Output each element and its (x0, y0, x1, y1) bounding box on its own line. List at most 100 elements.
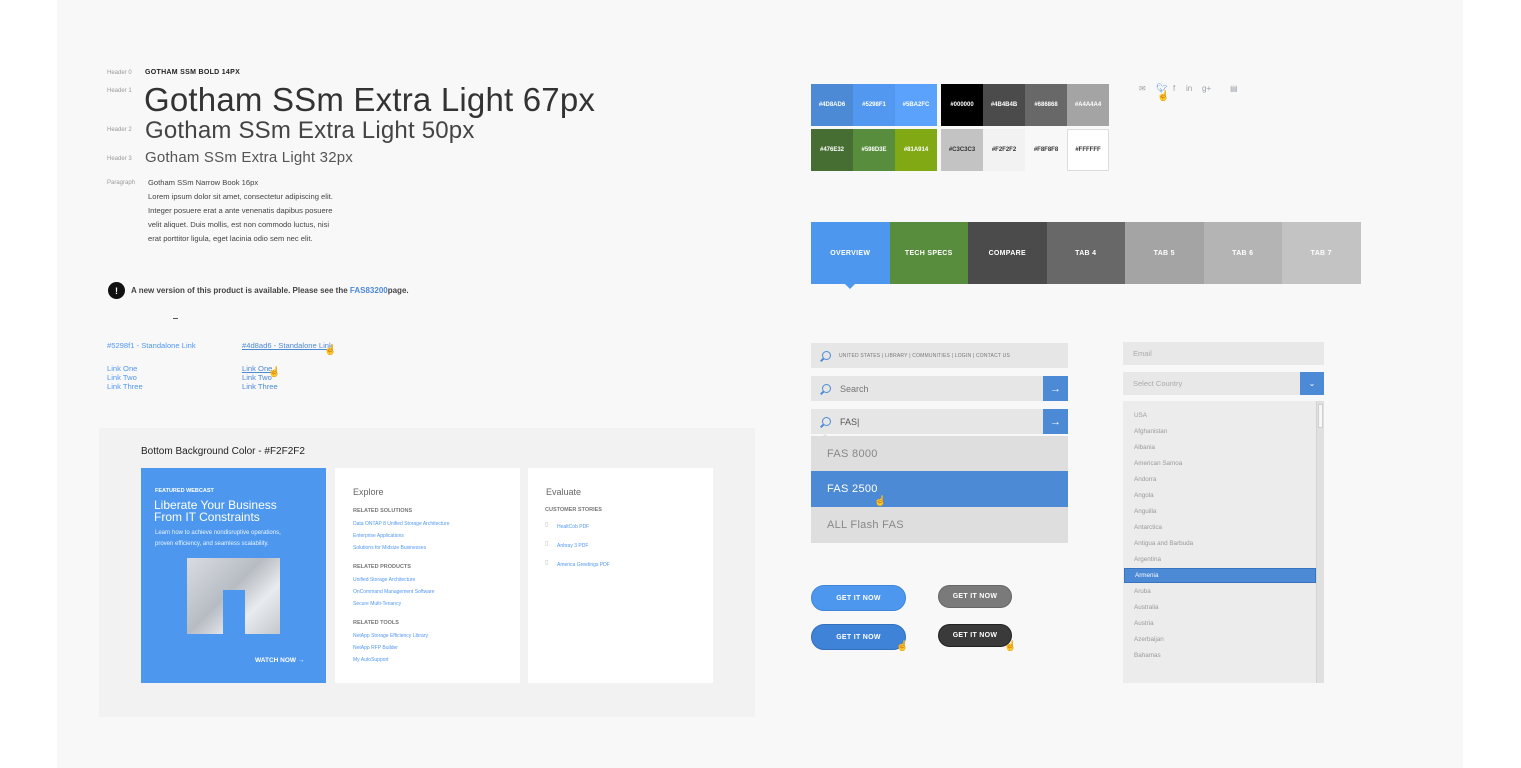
search-input[interactable] (840, 383, 1030, 394)
link-three[interactable]: Link Three (107, 382, 143, 391)
customer-story-link[interactable]: America Greetings PDF (557, 562, 610, 568)
search-submit-arrow-icon[interactable]: → (1043, 376, 1068, 401)
get-it-now-button[interactable]: GET IT NOW (811, 585, 906, 611)
search-bar-typing: → (811, 409, 1068, 434)
country-select[interactable]: Select Country ⌄ (1123, 372, 1324, 395)
header2-sample: Gotham SSm Extra Light 50px (145, 117, 475, 144)
swatch: #598D3E (853, 129, 895, 171)
tab-tech-specs[interactable]: TECH SPECS (889, 222, 968, 284)
country-option[interactable]: Antigua and Barbuda (1134, 540, 1193, 547)
section-heading: RELATED SOLUTIONS (353, 508, 413, 514)
webcast-desc-line: Learn how to achieve nondisruptive opera… (155, 530, 281, 536)
evaluate-card: Evaluate CUSTOMER STORIES ▯ HealtCob PDF… (528, 468, 713, 683)
search-input[interactable] (840, 416, 1030, 427)
country-option[interactable]: Albania (1134, 444, 1155, 451)
hand-cursor-icon: ☝ (268, 367, 281, 378)
link-two[interactable]: Link Two (107, 373, 143, 382)
country-option[interactable]: Afghanistan (1134, 428, 1167, 435)
pdf-icon: ▯ (545, 560, 549, 566)
customer-story-link[interactable]: HealtCob PDF (557, 524, 589, 530)
explore-link[interactable]: Unified Storage Architecture (353, 577, 434, 583)
email-field[interactable]: Email (1123, 342, 1324, 365)
featured-webcast-card[interactable]: FEATURED WEBCAST Liberate Your Business … (141, 468, 326, 683)
tab-6[interactable]: TAB 6 (1203, 222, 1282, 284)
paragraph-line: erat porttitor ligula, eget lacinia odio… (148, 234, 313, 243)
standalone-link-5298f1[interactable]: #5298f1 - Standalone Link (107, 341, 196, 350)
standalone-link-4d8ad6[interactable]: #4d8ad6 - Standalone Link (242, 341, 333, 350)
explore-link[interactable]: Data ONTAP 8 Unified Storage Architectur… (353, 521, 450, 527)
tab-4[interactable]: TAB 4 (1046, 222, 1125, 284)
country-option[interactable]: Antarctica (1134, 524, 1162, 531)
print-icon[interactable]: ▤ (1230, 84, 1238, 93)
get-it-now-button-hover[interactable]: GET IT NOW (811, 624, 906, 650)
tab-compare[interactable]: COMPARE (968, 222, 1047, 284)
search-suggestion[interactable]: ALL Flash FAS (811, 507, 1068, 543)
explore-link[interactable]: NetApp Storage Efficiency Library (353, 633, 428, 639)
country-option[interactable]: USA (1134, 412, 1147, 419)
country-option[interactable]: Azerbaijan (1134, 636, 1164, 643)
country-option-selected[interactable]: Armenia (1124, 568, 1316, 583)
alert-text: A new version of this product is availab… (131, 286, 348, 295)
tab-7[interactable]: TAB 7 (1282, 222, 1361, 284)
search-submit-arrow-icon[interactable]: → (1043, 409, 1068, 434)
country-select-placeholder: Select Country (1133, 379, 1183, 388)
googleplus-icon[interactable]: g+ (1202, 84, 1211, 93)
watch-now-link[interactable]: WATCH NOW → (255, 657, 304, 664)
webcast-image (187, 558, 280, 634)
customer-story-link[interactable]: Anbray 3 PDF (557, 543, 588, 549)
scrollbar-thumb[interactable] (1318, 404, 1323, 428)
get-it-now-button-secondary[interactable]: GET IT NOW (938, 585, 1012, 608)
paragraph-line: Lorem ipsum dolor sit amet, consectetur … (148, 192, 333, 201)
country-option[interactable]: Argentina (1134, 556, 1161, 563)
mail-icon[interactable]: ✉ (1139, 84, 1146, 93)
swatch: #5BA2FC (895, 84, 937, 126)
country-option[interactable]: Angola (1134, 492, 1154, 499)
search-suggestion-active[interactable]: FAS 2500 (811, 471, 1068, 507)
country-option[interactable]: Bahamas (1134, 652, 1161, 659)
alert-link[interactable]: FAS83200 (350, 286, 388, 295)
swatch: #5298F1 (853, 84, 895, 126)
explore-link[interactable]: Secure Multi-Tenancy (353, 601, 434, 607)
explore-link[interactable]: OnCommand Management Software (353, 589, 434, 595)
country-option[interactable]: Austria (1134, 620, 1154, 627)
section-heading: RELATED PRODUCTS (353, 564, 411, 570)
explore-link[interactable]: Solutions for Midsize Businesses (353, 545, 450, 551)
paragraph-sample: Gotham SSm Narrow Book 16px Lorem ipsum … (148, 176, 333, 246)
tab-5[interactable]: TAB 5 (1125, 222, 1204, 284)
alert-text-end: page. (387, 286, 409, 295)
divider-mark (173, 318, 178, 319)
swatch: #FFFFFF (1067, 129, 1109, 171)
swatch: #C3C3C3 (941, 129, 983, 171)
linkedin-icon[interactable]: in (1186, 84, 1192, 93)
link-three[interactable]: Link Three (242, 382, 278, 391)
search-bar: → (811, 376, 1068, 401)
header3-sample: Gotham SSm Extra Light 32px (145, 149, 353, 166)
country-option[interactable]: Aruba (1134, 588, 1151, 595)
link-one[interactable]: Link One (107, 364, 143, 373)
swatch: #F8F8F8 (1025, 129, 1067, 171)
country-list[interactable]: USA Afghanistan Albania American Samoa A… (1123, 401, 1324, 683)
utility-nav-links[interactable]: UNITED STATES | LIBRARY | COMMUNITIES | … (839, 353, 1010, 359)
hand-cursor-icon: ☝ (1004, 641, 1017, 652)
pdf-icon: ▯ (545, 541, 549, 547)
hand-cursor-icon: ☝ (1157, 91, 1170, 102)
explore-link[interactable]: Enterprise Applications (353, 533, 450, 539)
header0-sample: GOTHAM SSM BOLD 14PX (145, 69, 241, 76)
explore-section-products: RELATED PRODUCTS Unified Storage Archite… (353, 564, 434, 607)
product-alert: ! A new version of this product is avail… (108, 282, 409, 299)
chevron-down-icon[interactable]: ⌄ (1300, 372, 1324, 395)
tab-overview[interactable]: OVERVIEW (811, 222, 890, 289)
search-icon[interactable] (822, 351, 831, 360)
country-option[interactable]: Anguilla (1134, 508, 1156, 515)
get-it-now-button-secondary-hover[interactable]: GET IT NOW (938, 624, 1012, 647)
explore-link[interactable]: NetApp RFP Builder (353, 645, 428, 651)
facebook-icon[interactable]: f (1173, 84, 1175, 93)
country-option[interactable]: Andorra (1134, 476, 1156, 483)
webcast-title-line: From IT Constraints (154, 510, 260, 524)
country-option[interactable]: Australia (1134, 604, 1159, 611)
search-suggestion[interactable]: FAS 8000 (811, 436, 1068, 472)
country-option[interactable]: American Samoa (1134, 460, 1182, 467)
explore-section-solutions: RELATED SOLUTIONS Data ONTAP 8 Unified S… (353, 508, 450, 551)
scrollbar[interactable] (1316, 401, 1324, 683)
explore-link[interactable]: My AutoSupport (353, 657, 428, 663)
